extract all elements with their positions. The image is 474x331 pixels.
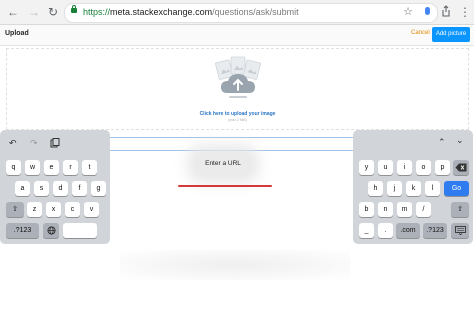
shift-key-right[interactable]: ⇧ (451, 202, 469, 217)
url-scheme: https:// (83, 7, 111, 17)
url-field-top-border (110, 137, 354, 138)
key-n[interactable]: n (378, 202, 393, 217)
shift-key[interactable]: ⇧ (6, 202, 24, 217)
cloud-upload-icon (215, 56, 261, 98)
key-c[interactable]: c (65, 202, 80, 217)
keyboard-left-half: ↶ ↷ q w e r t a s d f g ⇧ z x c v .?123 (0, 130, 110, 244)
globe-icon (46, 226, 56, 235)
key-v[interactable]: v (84, 202, 99, 217)
dotcom-key[interactable]: .com (396, 223, 420, 238)
mic-icon[interactable] (425, 7, 430, 15)
upload-dialog-header: Upload Cancel Add picture (0, 25, 474, 46)
space-key-left[interactable] (63, 223, 97, 238)
key-p[interactable]: p (435, 160, 450, 175)
key-f[interactable]: f (72, 181, 87, 196)
add-picture-button[interactable]: Add picture (432, 27, 470, 42)
share-icon[interactable] (441, 5, 451, 17)
upload-size-note: (max 2 MiB) (228, 118, 247, 122)
key-x[interactable]: x (46, 202, 61, 217)
upload-link[interactable]: Click here to upload your image (7, 111, 468, 117)
dialog-title: Upload (5, 30, 29, 37)
lock-icon (71, 5, 77, 13)
url-text[interactable]: https://meta.stackexchange.com/questions… (83, 6, 299, 19)
chevron-down-icon[interactable]: ⌄ (456, 134, 464, 146)
key-h[interactable]: h (368, 181, 383, 196)
key-e[interactable]: e (44, 160, 59, 175)
address-bar[interactable]: https://meta.stackexchange.com/questions… (64, 3, 438, 23)
key-z[interactable]: z (27, 202, 42, 217)
undo-icon[interactable]: ↶ (9, 137, 17, 149)
shift-arrow-icon: ⇧ (12, 206, 18, 213)
url-host: meta.stackexchange.com (110, 7, 213, 17)
key-t[interactable]: t (82, 160, 97, 175)
star-icon[interactable]: ☆ (403, 6, 413, 19)
menu-icon[interactable]: ⋮ (459, 4, 471, 20)
key-o[interactable]: o (416, 160, 431, 175)
shift-arrow-icon: ⇧ (457, 206, 463, 213)
chevron-up-icon[interactable]: ⌃ (438, 136, 446, 148)
globe-key[interactable] (43, 223, 59, 238)
cancel-button[interactable]: Cancel (411, 30, 430, 36)
key-a[interactable]: a (15, 181, 30, 196)
paste-icon[interactable] (50, 138, 60, 148)
keyboard-hide-icon (454, 226, 466, 236)
numbers-key-right[interactable]: .?123 (423, 223, 447, 238)
back-arrow-icon[interactable]: ← (5, 4, 21, 20)
key-r[interactable]: r (63, 160, 78, 175)
forward-arrow-icon[interactable]: → (26, 4, 42, 20)
key-w[interactable]: w (25, 160, 40, 175)
hide-keyboard-key[interactable] (451, 223, 469, 238)
key-i[interactable]: i (397, 160, 412, 175)
url-error-underline (178, 185, 272, 187)
key-slash[interactable]: / (416, 202, 431, 217)
numbers-key[interactable]: .?123 (6, 223, 39, 238)
key-l[interactable]: l (425, 181, 440, 196)
browser-toolbar: ← → ↻ https://meta.stackexchange.com/que… (0, 0, 474, 25)
url-path: /questions/ask/submit (212, 7, 299, 17)
backspace-icon (455, 163, 467, 172)
key-dot[interactable]: . (378, 223, 393, 238)
key-y[interactable]: y (359, 160, 374, 175)
enter-url-tooltip[interactable]: Enter a URL (197, 150, 249, 173)
key-k[interactable]: k (406, 181, 421, 196)
key-d[interactable]: d (53, 181, 68, 196)
reload-icon[interactable]: ↻ (45, 4, 61, 20)
key-j[interactable]: j (387, 181, 402, 196)
upload-dropzone[interactable]: Click here to upload your image (max 2 M… (6, 48, 469, 130)
key-underscore[interactable]: _ (359, 223, 374, 238)
key-u[interactable]: u (378, 160, 393, 175)
key-b[interactable]: b (359, 202, 374, 217)
backspace-key[interactable] (453, 160, 469, 175)
key-g[interactable]: g (91, 181, 106, 196)
keyboard-right-half: ⌃ ⌄ y u i o p h j k l Go b n m / ⇧ _ . .… (353, 130, 473, 244)
key-q[interactable]: q (6, 160, 21, 175)
key-s[interactable]: s (34, 181, 49, 196)
redo-icon[interactable]: ↷ (30, 137, 38, 149)
key-m[interactable]: m (397, 202, 412, 217)
backdrop-glow (120, 250, 350, 280)
go-key[interactable]: Go (444, 181, 469, 196)
url-input[interactable] (110, 150, 354, 151)
